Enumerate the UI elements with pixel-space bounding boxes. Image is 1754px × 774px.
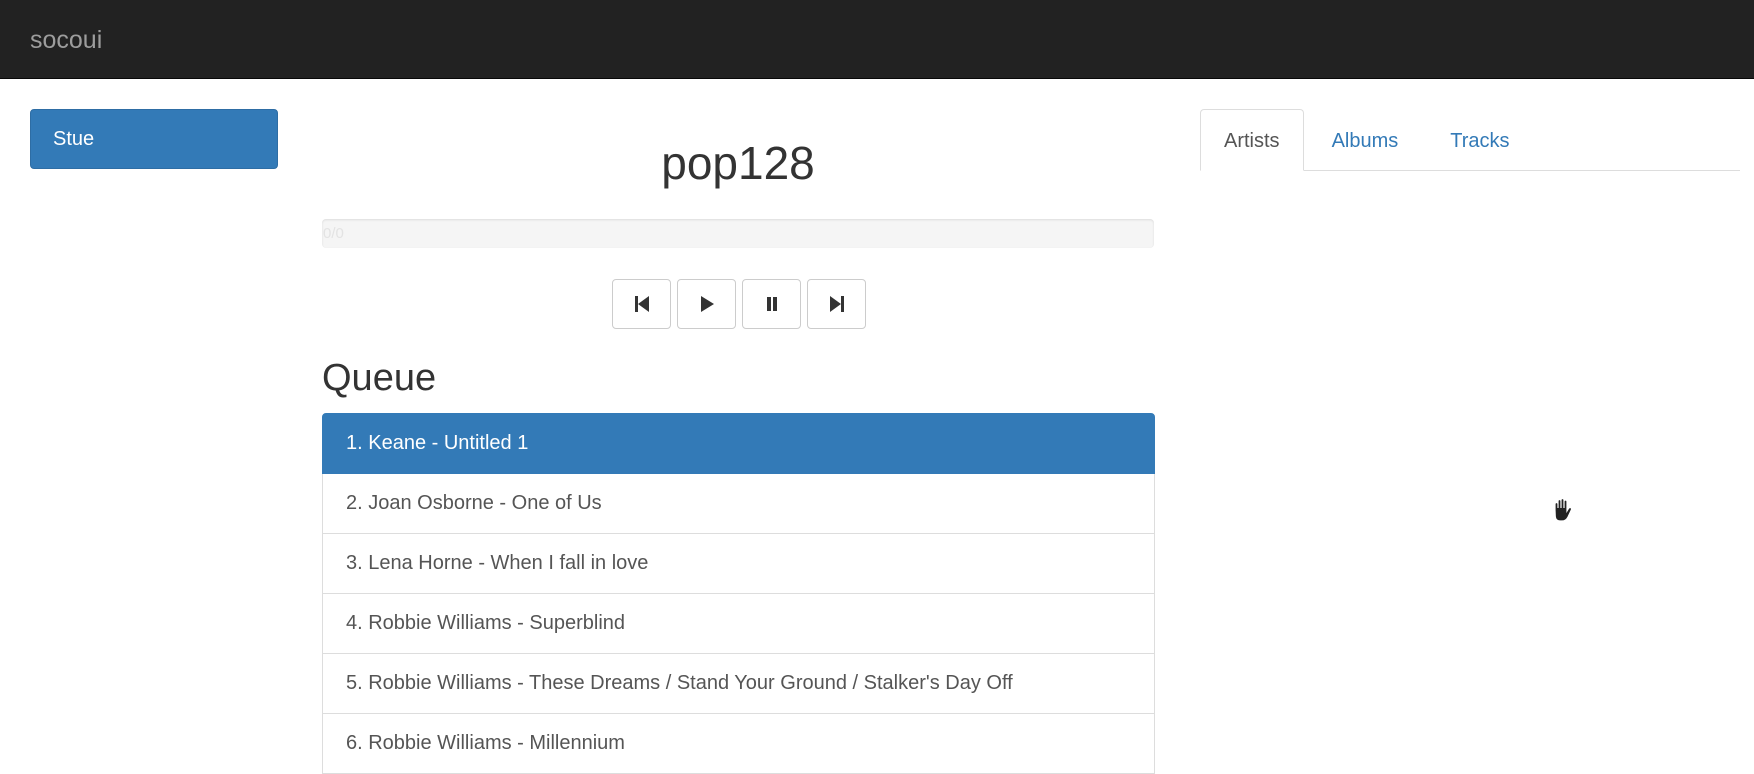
pause-icon bbox=[766, 297, 777, 311]
library-tabs: Artists Albums Tracks bbox=[1200, 109, 1740, 171]
playback-controls bbox=[612, 279, 866, 329]
queue-item[interactable]: 1. Keane - Untitled 1 bbox=[322, 413, 1155, 474]
queue-item[interactable]: 5. Robbie Williams - These Dreams / Stan… bbox=[322, 653, 1155, 714]
queue-item[interactable]: 2. Joan Osborne - One of Us bbox=[322, 473, 1155, 534]
hand-cursor-icon bbox=[1554, 497, 1573, 522]
brand-link[interactable]: socoui bbox=[30, 25, 102, 55]
queue-item[interactable]: 4. Robbie Williams - Superblind bbox=[322, 593, 1155, 654]
tab-tracks[interactable]: Tracks bbox=[1426, 109, 1533, 171]
top-navbar: socoui bbox=[0, 0, 1754, 79]
play-icon bbox=[700, 296, 714, 312]
station-title: pop128 bbox=[661, 137, 815, 189]
pause-button[interactable] bbox=[742, 279, 801, 329]
tab-artists[interactable]: Artists bbox=[1200, 109, 1304, 171]
playback-progress[interactable]: 0/0 bbox=[322, 219, 1154, 248]
next-button[interactable] bbox=[807, 279, 866, 329]
queue-heading: Queue bbox=[322, 357, 437, 399]
play-button[interactable] bbox=[677, 279, 736, 329]
room-button-stue[interactable]: Stue bbox=[30, 109, 278, 169]
queue-item[interactable]: 6. Robbie Williams - Millennium bbox=[322, 713, 1155, 774]
previous-button[interactable] bbox=[612, 279, 671, 329]
tab-albums[interactable]: Albums bbox=[1308, 109, 1423, 171]
step-backward-icon bbox=[634, 296, 649, 312]
queue-list: 1. Keane - Untitled 1 2. Joan Osborne - … bbox=[322, 413, 1155, 774]
step-forward-icon bbox=[829, 296, 844, 312]
queue-item[interactable]: 3. Lena Horne - When I fall in love bbox=[322, 533, 1155, 594]
progress-label: 0/0 bbox=[323, 225, 344, 242]
